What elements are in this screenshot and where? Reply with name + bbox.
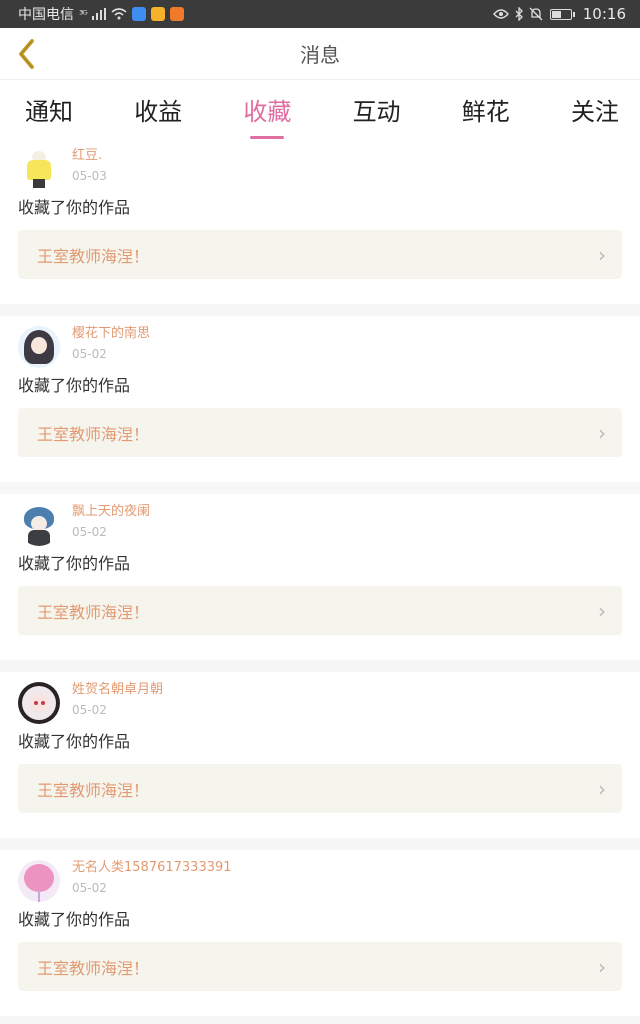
action-text: 收藏了你的作品 (18, 554, 131, 573)
user-row: 无名人类1587617333391 05-02 (18, 850, 622, 902)
app-notification-icon (169, 7, 184, 21)
shield-app-icon (131, 7, 146, 21)
battery-icon (549, 8, 575, 20)
work-link[interactable]: 王室教师海涅！ › (18, 586, 622, 635)
status-time: 10:16 (582, 5, 626, 23)
username[interactable]: 无名人类1587617333391 (72, 860, 232, 876)
list-item: 无名人类1587617333391 05-02 收藏了你的作品 王室教师海涅！ … (0, 850, 640, 1016)
avatar[interactable] (18, 682, 60, 724)
username[interactable]: 红豆. (72, 148, 107, 164)
divider (0, 838, 640, 850)
chevron-left-icon (19, 39, 34, 69)
tab-favorites[interactable]: 收藏 (243, 80, 291, 127)
item-date: 05-02 (72, 525, 107, 539)
user-row: 樱花下的南思 05-02 (18, 316, 622, 368)
tab-interactions[interactable]: 互动 (353, 80, 401, 127)
work-link[interactable]: 王室教师海涅！ › (18, 942, 622, 991)
eye-icon (492, 9, 509, 19)
list-item: 樱花下的南思 05-02 收藏了你的作品 王室教师海涅！ › (0, 316, 640, 482)
list-item: 飘上天的夜阑 05-02 收藏了你的作品 王室教师海涅！ › (0, 494, 640, 660)
favorites-feed: 红豆. 05-03 收藏了你的作品 王室教师海涅！ › 樱花下的南思 05-02… (0, 138, 640, 1024)
avatar[interactable] (18, 148, 60, 190)
carrier-name: 中国电信 (18, 7, 74, 23)
action-text: 收藏了你的作品 (18, 198, 131, 217)
username[interactable]: 樱花下的南思 (72, 326, 150, 342)
tab-notifications[interactable]: 通知 (25, 80, 73, 127)
user-row: 红豆. 05-03 (18, 138, 622, 190)
list-item: 姓贺名朝卓月朝 05-02 收藏了你的作品 王室教师海涅！ › (0, 672, 640, 838)
tab-bar: 通知 收益 收藏 互动 鲜花 关注 (0, 80, 640, 138)
wifi-icon (111, 8, 127, 20)
list-item: 红豆. 05-03 收藏了你的作品 王室教师海涅！ › (0, 138, 640, 304)
app-header: 消息 (0, 28, 640, 80)
chevron-right-icon: › (598, 776, 606, 801)
action-text: 收藏了你的作品 (18, 376, 131, 395)
chevron-right-icon: › (598, 954, 606, 979)
user-row: 飘上天的夜阑 05-02 (18, 494, 622, 546)
status-bar: 中国电信 ³ᴳ 10:16 (0, 0, 640, 28)
item-date: 05-02 (72, 703, 107, 717)
tab-flowers[interactable]: 鲜花 (462, 80, 510, 127)
user-meta: 姓贺名朝卓月朝 05-02 (72, 682, 163, 717)
item-date: 05-02 (72, 347, 107, 361)
work-title: 王室教师海涅！ (37, 246, 150, 266)
work-link[interactable]: 王室教师海涅！ › (18, 230, 622, 279)
action-text: 收藏了你的作品 (18, 910, 131, 929)
bluetooth-icon (515, 7, 523, 21)
item-date: 05-03 (72, 169, 107, 183)
tab-earnings[interactable]: 收益 (134, 80, 182, 127)
work-title: 王室教师海涅！ (37, 958, 150, 978)
work-link[interactable]: 王室教师海涅！ › (18, 764, 622, 813)
divider (0, 1016, 640, 1024)
user-row: 姓贺名朝卓月朝 05-02 (18, 672, 622, 724)
work-title: 王室教师海涅！ (37, 602, 150, 622)
work-link[interactable]: 王室教师海涅！ › (18, 408, 622, 457)
divider (0, 660, 640, 672)
username[interactable]: 飘上天的夜阑 (72, 504, 150, 520)
divider (0, 482, 640, 494)
chevron-right-icon: › (598, 242, 606, 267)
item-date: 05-02 (72, 881, 107, 895)
user-meta: 红豆. 05-03 (72, 148, 107, 183)
avatar[interactable] (18, 504, 60, 546)
user-meta: 无名人类1587617333391 05-02 (72, 860, 232, 895)
status-right: 10:16 (492, 5, 626, 23)
action-text: 收藏了你的作品 (18, 732, 131, 751)
divider (0, 304, 640, 316)
username[interactable]: 姓贺名朝卓月朝 (72, 682, 163, 698)
user-meta: 飘上天的夜阑 05-02 (72, 504, 150, 539)
mute-bell-icon (529, 7, 543, 21)
avatar[interactable] (18, 860, 60, 902)
signal-icon (91, 8, 106, 20)
chevron-right-icon: › (598, 598, 606, 623)
page-title: 消息 (300, 43, 340, 67)
network-type: ³ᴳ (79, 7, 88, 21)
status-left: 中国电信 ³ᴳ (18, 4, 184, 24)
tab-follows[interactable]: 关注 (571, 80, 619, 127)
back-button[interactable] (12, 38, 40, 70)
app-notification-icon (150, 7, 165, 21)
work-title: 王室教师海涅！ (37, 424, 150, 444)
user-meta: 樱花下的南思 05-02 (72, 326, 150, 361)
work-title: 王室教师海涅！ (37, 780, 150, 800)
avatar[interactable] (18, 326, 60, 368)
chevron-right-icon: › (598, 420, 606, 445)
